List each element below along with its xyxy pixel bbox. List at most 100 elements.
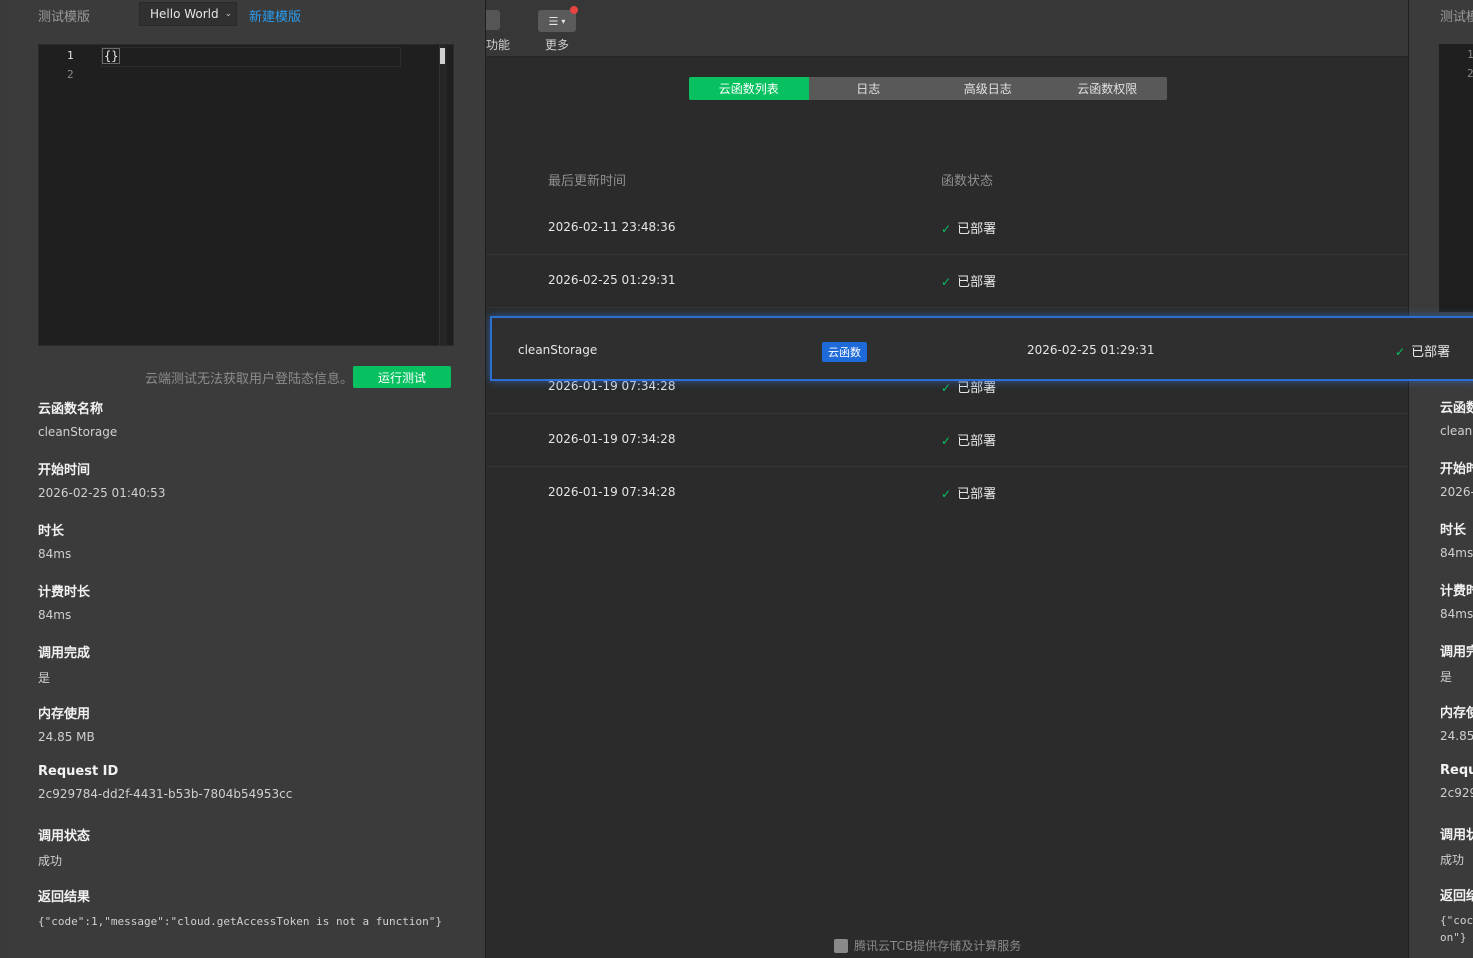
field-value: {"code":1,"message":"cloud.getAccessToke…: [38, 915, 442, 928]
field-value: {"coc on"}: [1440, 914, 1473, 944]
right-field: 调用状成功: [1440, 824, 1473, 868]
field-value: 成功: [38, 854, 63, 868]
result-field: 时长 84ms: [38, 520, 71, 561]
result-field: 开始时间 2026-02-25 01:40:53: [38, 459, 165, 500]
right-code-editor[interactable]: 1 2: [1439, 44, 1473, 312]
check-icon: ✓: [941, 275, 952, 289]
status-text: 已部署: [957, 275, 997, 290]
footer-credit: 腾讯云TCB提供存储及计算服务: [834, 937, 1021, 954]
field-label: Reque: [1440, 763, 1473, 778]
status-text: 已部署: [957, 487, 997, 502]
highlighted-function-row[interactable]: cleanStorage 云函数 2026-02-25 01:29:31 ✓ 已部…: [490, 316, 1473, 381]
field-value: 24.85: [1440, 729, 1473, 743]
field-label: 开始时间: [38, 463, 91, 478]
line-number: 2: [67, 68, 74, 81]
feature-label: 功能: [486, 38, 511, 52]
column-header-status: 函数状态: [941, 174, 994, 189]
run-test-button[interactable]: 运行测试: [353, 366, 451, 388]
result-field: 调用完成是: [38, 642, 90, 686]
right-panel-header: 测试模: [1409, 0, 1473, 28]
field-value: 是: [1440, 670, 1453, 684]
row-updated-time: 2026-01-19 07:34:28: [548, 485, 676, 499]
new-template-link[interactable]: 新建模版: [249, 6, 301, 25]
right-field: 开始时 2026-: [1440, 458, 1473, 499]
row-updated-time: 2026-02-25 01:29:31: [548, 273, 676, 287]
row-status: ✓ 已部署: [941, 271, 996, 290]
right-field: 内存使 24.85: [1440, 702, 1473, 743]
run-hint: 云端测试无法获取用户登陆态信息。: [145, 372, 354, 387]
line-number: 2: [1467, 67, 1473, 80]
table-row[interactable]: 2026-02-11 23:48:36 ✓ 已部署: [486, 202, 1408, 255]
template-select-value: Hello World: [150, 7, 219, 21]
tab-function-list[interactable]: 云函数列表: [689, 77, 809, 100]
right-field: 调用完是: [1440, 641, 1473, 685]
result-field: 返回结果 {"code":1,"message":"cloud.getAccess…: [38, 886, 458, 930]
tab-advanced-logs[interactable]: 高级日志: [928, 77, 1048, 100]
run-row: 云端测试无法获取用户登陆态信息。 运行测试: [7, 366, 485, 388]
function-type-badge: 云函数: [822, 342, 867, 362]
code-editor[interactable]: 1 2 {}: [38, 44, 454, 346]
check-icon: ✓: [941, 487, 952, 501]
right-panel-title: 测试模: [1440, 10, 1473, 25]
status-text: 已部署: [957, 381, 997, 396]
field-label: 时长: [1440, 523, 1467, 538]
tab-function-permissions[interactable]: 云函数权限: [1048, 77, 1168, 100]
row-status: ✓ 已部署: [941, 483, 996, 502]
field-value: cleanS: [1440, 424, 1473, 438]
table-row[interactable]: 2026-01-19 07:34:28 ✓ 已部署: [486, 414, 1408, 467]
chevron-down-icon: ⌄: [224, 9, 233, 19]
tab-logs[interactable]: 日志: [809, 77, 929, 100]
field-value: 2026-02-25 01:40:53: [38, 486, 166, 500]
right-field: 时长 84ms: [1440, 519, 1473, 560]
result-field: Request ID 2c929784-dd2f-4431-b53b-7804b5…: [38, 764, 292, 801]
result-field: 内存使用 24.85 MB: [38, 703, 95, 744]
table-row[interactable]: 2026-01-19 07:34:28 ✓ 已部署: [486, 467, 1408, 520]
row-updated-time: 2026-01-19 07:34:28: [548, 432, 676, 446]
field-label: 调用状态: [38, 829, 91, 844]
more-button[interactable]: ☰ ▾: [538, 6, 578, 32]
field-value: 是: [38, 671, 51, 685]
field-value: 2026-: [1440, 485, 1473, 499]
test-template-title: 测试模版: [38, 10, 91, 25]
right-field: 云函数 cleanS: [1440, 397, 1473, 438]
test-panel-header: 测试模版 Hello World ⌄ 新建模版: [7, 0, 485, 28]
line-number: 1: [67, 49, 74, 62]
status-text: 已部署: [1411, 345, 1451, 360]
layers-icon: ☰: [548, 14, 559, 28]
check-icon: ✓: [941, 381, 952, 395]
check-icon: ✓: [941, 434, 952, 448]
app-root: 功能 ☰ ▾ 更多 云函数列表 日志 高级日志 云函数权限 最后更新时间 函数状…: [0, 0, 1473, 958]
right-field: 计费时 84ms: [1440, 580, 1473, 621]
field-value: 24.85 MB: [38, 730, 95, 744]
check-icon: ✓: [1395, 345, 1406, 359]
field-label: 计费时长: [38, 585, 91, 600]
cloud-function-main: 云函数列表 日志 高级日志 云函数权限 最后更新时间 函数状态 2026-02-…: [486, 58, 1408, 958]
table-row[interactable]: 2026-02-25 01:29:31 ✓ 已部署: [486, 255, 1408, 308]
status-text: 已部署: [957, 434, 997, 449]
right-field: Reque 2c929: [1440, 763, 1473, 800]
right-test-panel: 测试模 1 2 云函数 cleanS 开始时 2026- 时长 84ms 计费时 84m…: [1408, 0, 1473, 958]
tencent-cloud-logo-icon: [834, 938, 848, 953]
function-updated-time: 2026-02-25 01:29:31: [1027, 343, 1155, 357]
row-updated-time: 2026-01-19 07:34:28: [548, 379, 676, 393]
template-select[interactable]: Hello World ⌄: [139, 2, 237, 26]
function-name: cleanStorage: [518, 343, 598, 357]
editor-scroll-thumb[interactable]: [440, 48, 445, 64]
row-status: ✓ 已部署: [941, 430, 996, 449]
editor-code[interactable]: {}: [102, 48, 121, 64]
editor-scrollbar[interactable]: [439, 45, 447, 345]
field-label: 返回结果: [38, 890, 91, 905]
row-updated-time: 2026-02-11 23:48:36: [548, 220, 676, 234]
field-label: 调用完成: [38, 646, 91, 661]
field-label: 调用完: [1440, 645, 1473, 660]
left-test-panel: 测试模版 Hello World ⌄ 新建模版 1 2 {} 云端测试无法获取用…: [7, 0, 486, 958]
feature-button[interactable]: [486, 10, 500, 30]
field-label: 内存使: [1440, 706, 1473, 721]
editor-gutter: 1 2: [39, 45, 89, 345]
tab-bar: 云函数列表 日志 高级日志 云函数权限: [689, 77, 1167, 100]
footer-text: 腾讯云TCB提供存储及计算服务: [854, 939, 1022, 953]
field-label: 云函数名称: [38, 402, 104, 417]
current-line-highlight: [101, 47, 401, 67]
field-value: 84ms: [1440, 607, 1473, 621]
field-value: 84ms: [38, 608, 72, 622]
